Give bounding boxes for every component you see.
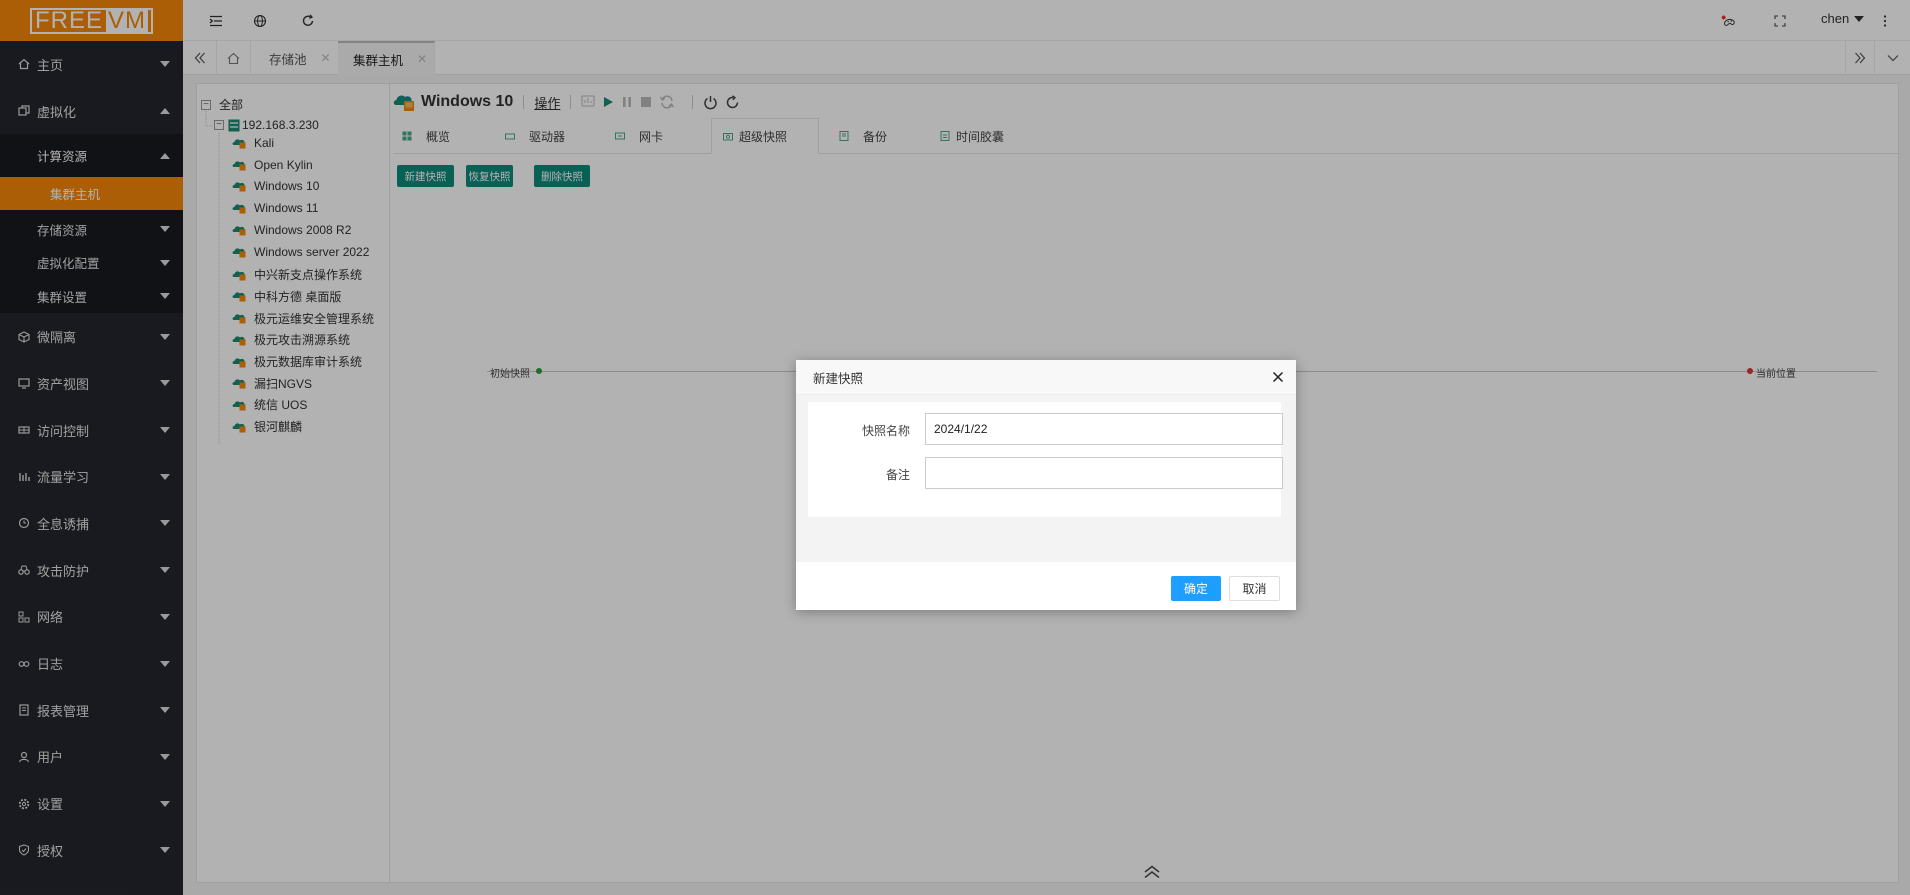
cancel-button[interactable]: 取消 bbox=[1229, 576, 1280, 601]
double-chevron-up-icon[interactable] bbox=[1143, 865, 1161, 879]
dialog-title: 新建快照 bbox=[796, 360, 1296, 395]
snapshot-name-label: 快照名称 bbox=[861, 424, 910, 438]
form-row-note: 备注 bbox=[808, 457, 1283, 489]
form-row-name: 快照名称 bbox=[808, 413, 1283, 445]
snapshot-name-input[interactable] bbox=[925, 413, 1283, 445]
snapshot-form: 快照名称 备注 bbox=[808, 402, 1283, 517]
snapshot-note-label: 备注 bbox=[885, 468, 910, 482]
confirm-button[interactable]: 确定 bbox=[1171, 576, 1221, 601]
dialog-body: 快照名称 备注 bbox=[796, 395, 1296, 562]
new-snapshot-dialog: 新建快照 快照名称 备注 确定 取消 bbox=[796, 360, 1296, 610]
snapshot-note-input[interactable] bbox=[925, 457, 1283, 489]
close-icon[interactable] bbox=[1270, 369, 1286, 385]
